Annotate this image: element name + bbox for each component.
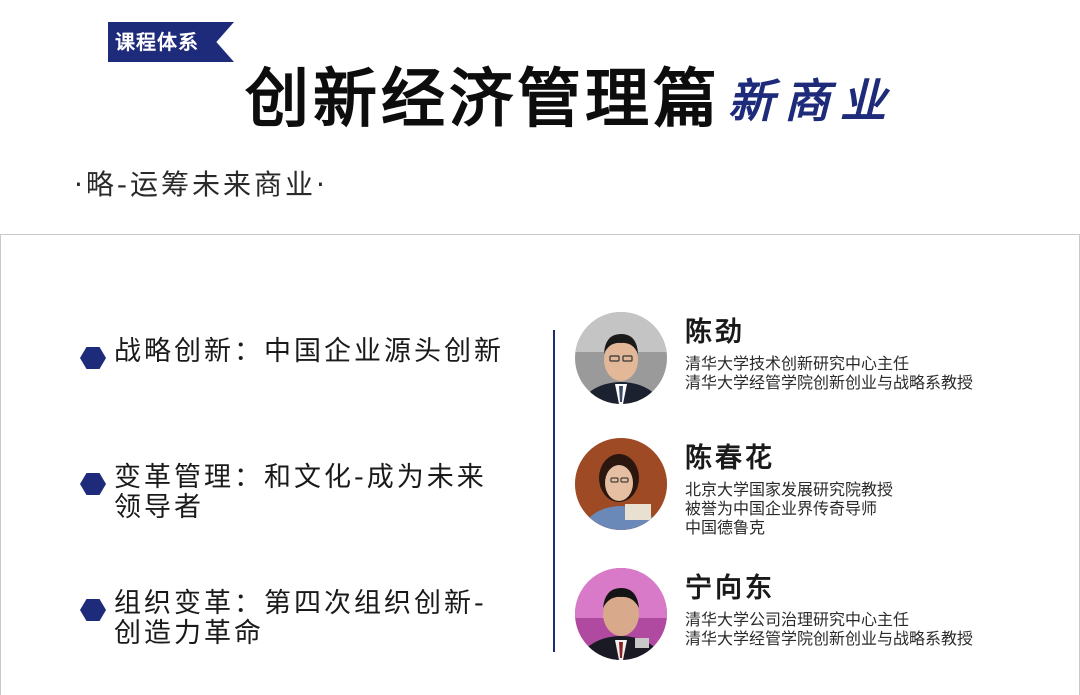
page-title: 创新经济管理篇 <box>245 63 721 137</box>
speaker-desc-line: 中国德鲁克 <box>685 518 766 537</box>
speaker-desc-line: 清华大学公司治理研究中心主任 <box>685 610 910 629</box>
page-subtitle: ·略-运筹未来商业· <box>74 168 328 201</box>
vertical-divider <box>553 330 555 652</box>
course-system-tag: 课程体系 <box>108 22 234 62</box>
topic-text: 变革管理：和文化-成为未来 领导者 <box>114 463 524 523</box>
speaker-desc-line: 北京大学国家发展研究院教授 <box>685 480 894 499</box>
speaker-name: 宁向东 <box>685 573 775 604</box>
speaker-desc-line: 清华大学经管学院创新创业与战略系教授 <box>685 629 974 648</box>
speaker-photo <box>575 438 667 530</box>
speaker-description: 清华大学公司治理研究中心主任 清华大学经管学院创新创业与战略系教授 <box>685 610 973 648</box>
topic-line: 组织变革：第四次组织创新- <box>114 588 487 619</box>
speaker-photo <box>575 312 667 404</box>
topic-line: 创造力革命 <box>114 618 264 649</box>
speaker-desc-line: 被誉为中国企业界传奇导师 <box>685 499 878 518</box>
speaker-photo <box>575 568 667 660</box>
speaker-description: 北京大学国家发展研究院教授 被誉为中国企业界传奇导师 中国德鲁克 <box>685 480 893 537</box>
topic-text: 组织变革：第四次组织创新- 创造力革命 <box>114 589 524 649</box>
topic-text: 战略创新：中国企业源头创新 <box>114 337 524 367</box>
topic-line: 领导者 <box>114 492 204 523</box>
topic-line: 变革管理：和文化-成为未来 <box>114 462 487 493</box>
speaker-name: 陈劲 <box>685 317 745 348</box>
speaker-desc-line: 清华大学经管学院创新创业与战略系教授 <box>685 373 974 392</box>
speaker-desc-line: 清华大学技术创新研究中心主任 <box>685 354 910 373</box>
speaker-description: 清华大学技术创新研究中心主任 清华大学经管学院创新创业与战略系教授 <box>685 354 973 392</box>
topic-line: 战略创新：中国企业源头创新 <box>114 336 504 367</box>
calligraphy-logo: 新商业 <box>728 74 896 128</box>
speaker-name: 陈春花 <box>685 443 775 474</box>
